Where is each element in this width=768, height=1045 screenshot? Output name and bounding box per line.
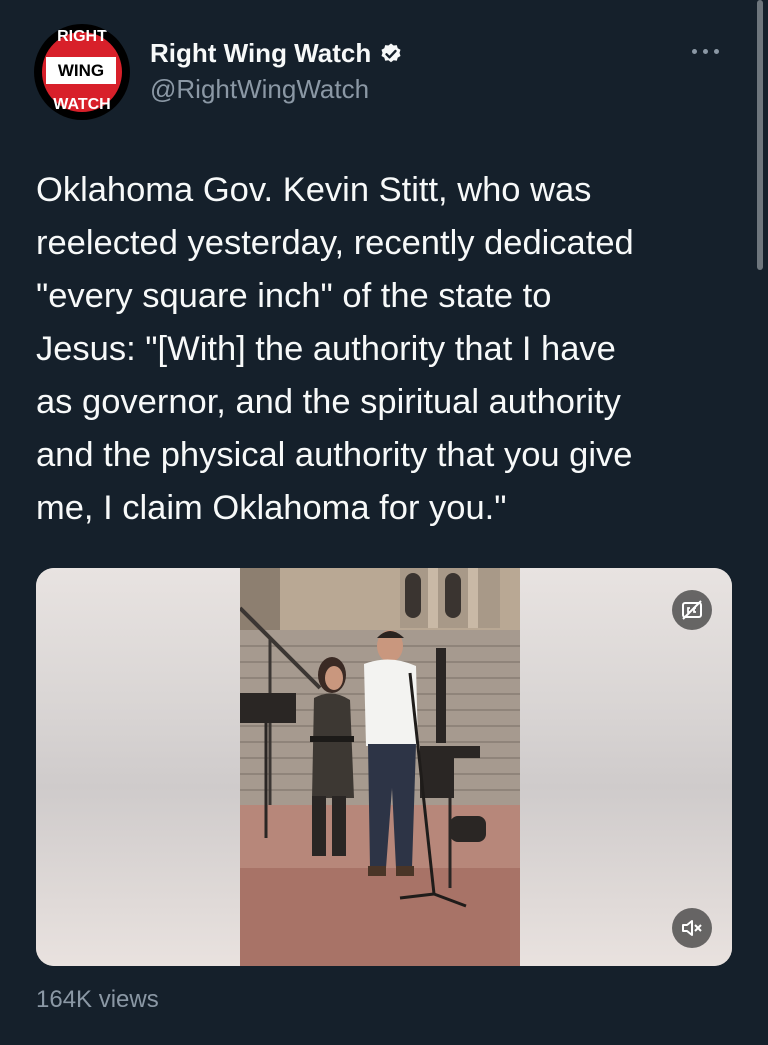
closed-captions-button[interactable]	[672, 590, 712, 630]
tweet-text: Oklahoma Gov. Kevin Stitt, who was reele…	[36, 171, 634, 527]
more-options-button[interactable]	[680, 36, 730, 66]
closed-captions-icon	[682, 600, 702, 620]
volume-muted-icon	[682, 920, 702, 936]
account-handle[interactable]: @RightWingWatch	[150, 74, 369, 105]
dot-icon	[702, 48, 708, 54]
account-name-row[interactable]: Right Wing Watch	[150, 38, 403, 69]
dot-icon	[691, 48, 697, 54]
video-player[interactable]	[36, 568, 732, 966]
video-frame[interactable]	[240, 568, 520, 966]
avatar[interactable]: RIGHT WING WATCH	[34, 24, 130, 120]
scrollbar[interactable]	[757, 0, 763, 270]
view-count: 164K views	[36, 986, 159, 1013]
logo-text-top: RIGHT	[57, 28, 107, 45]
logo-text-mid: WING	[46, 57, 116, 84]
verified-badge-icon	[381, 43, 401, 62]
dot-icon	[713, 48, 719, 54]
account-name[interactable]: Right Wing Watch	[150, 38, 371, 69]
mute-button[interactable]	[672, 908, 712, 948]
logo-text-bottom: WATCH	[53, 96, 111, 113]
video-blur-left	[36, 568, 240, 966]
